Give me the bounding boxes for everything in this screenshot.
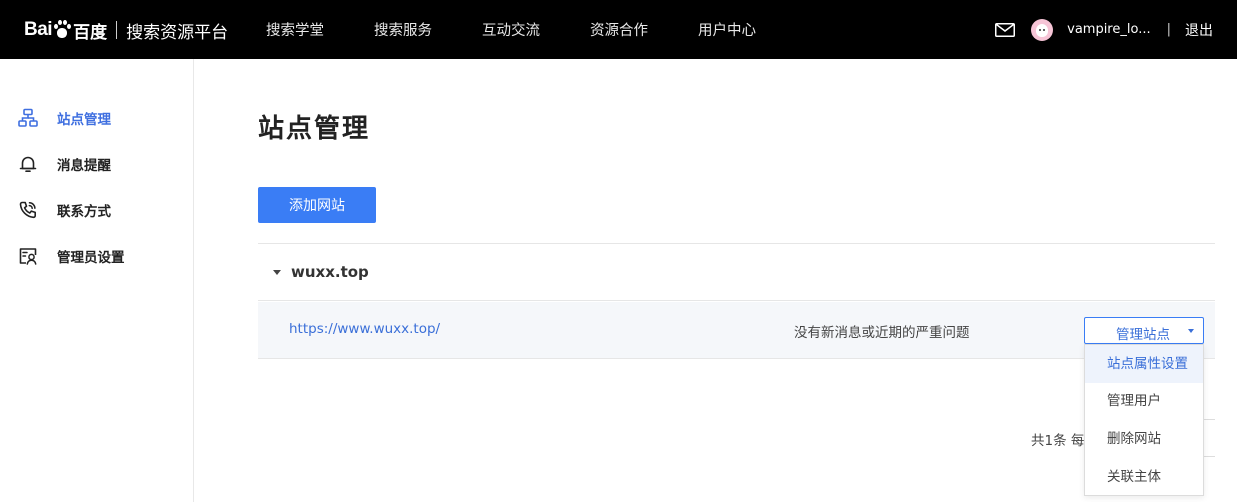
site-status: 没有新消息或近期的严重问题: [794, 325, 970, 341]
manage-site-label: 管理站点: [1116, 327, 1170, 343]
nav-item-services[interactable]: 搜索服务: [374, 19, 432, 40]
sidebar-item-label: 联系方式: [57, 204, 111, 220]
site-group-header[interactable]: wuxx.top: [258, 244, 1215, 301]
sitemap-icon: [18, 108, 38, 127]
logo-divider: [116, 21, 118, 39]
pagination-total: 共1条 每: [1031, 433, 1085, 449]
manage-site-select[interactable]: 管理站点: [1084, 317, 1204, 344]
nav-item-user-center[interactable]: 用户中心: [698, 19, 756, 40]
admin-card-icon: [19, 248, 37, 265]
site-group-name: wuxx.top: [291, 263, 369, 281]
sidebar-item-label: 站点管理: [57, 112, 111, 128]
bell-icon: [19, 156, 37, 172]
avatar[interactable]: [1031, 18, 1054, 41]
manage-site-dropdown: 站点属性设置 管理用户 删除网站 关联主体: [1084, 344, 1204, 496]
sidebar-item-contact[interactable]: 联系方式: [18, 200, 111, 220]
platform-title: 搜索资源平台: [126, 22, 229, 43]
user-area: vampire_lo... | 退出: [995, 0, 1237, 59]
sidebar-item-site-management[interactable]: 站点管理: [18, 108, 111, 128]
logout-link[interactable]: 退出: [1185, 20, 1213, 40]
sidebar-item-label: 管理员设置: [57, 250, 125, 266]
header-separator: |: [1166, 22, 1171, 37]
sidebar: 站点管理 消息提醒 联系方式 管理员设置: [0, 59, 194, 502]
nav-item-community[interactable]: 互动交流: [482, 19, 540, 40]
table-row: https://www.wuxx.top/ 没有新消息或近期的严重问题 管理站点: [258, 302, 1215, 359]
main-nav: 搜索学堂 搜索服务 互动交流 资源合作 用户中心: [266, 0, 806, 59]
sidebar-item-label: 消息提醒: [57, 158, 111, 174]
chevron-down-icon: [1188, 329, 1194, 333]
page-title: 站点管理: [258, 114, 371, 144]
logo-text: Bai: [24, 19, 53, 40]
caret-down-icon[interactable]: [273, 270, 281, 275]
nav-item-cooperation[interactable]: 资源合作: [590, 19, 648, 40]
mail-icon[interactable]: [995, 22, 1016, 37]
sidebar-item-admin-settings[interactable]: 管理员设置: [18, 246, 125, 266]
sidebar-item-notifications[interactable]: 消息提醒: [18, 154, 111, 174]
top-bar: Bai 百度 搜索资源平台 搜索学堂 搜索服务 互动交流 资源合作 用户中心 v…: [0, 0, 1237, 59]
site-url-link[interactable]: https://www.wuxx.top/: [289, 321, 440, 337]
menu-item-manage-users[interactable]: 管理用户: [1085, 382, 1203, 420]
nav-item-school[interactable]: 搜索学堂: [266, 19, 324, 40]
menu-item-link-entity[interactable]: 关联主体: [1085, 458, 1203, 496]
phone-icon: [19, 201, 36, 219]
menu-item-delete-site[interactable]: 删除网站: [1085, 420, 1203, 458]
menu-item-site-properties[interactable]: 站点属性设置: [1085, 345, 1203, 383]
logo-cn: 百度: [73, 22, 108, 43]
baidu-logo[interactable]: Bai 百度 搜索资源平台: [24, 14, 228, 46]
username[interactable]: vampire_lo...: [1067, 22, 1150, 37]
paw-icon: [53, 20, 72, 38]
add-site-button[interactable]: 添加网站: [258, 187, 376, 223]
